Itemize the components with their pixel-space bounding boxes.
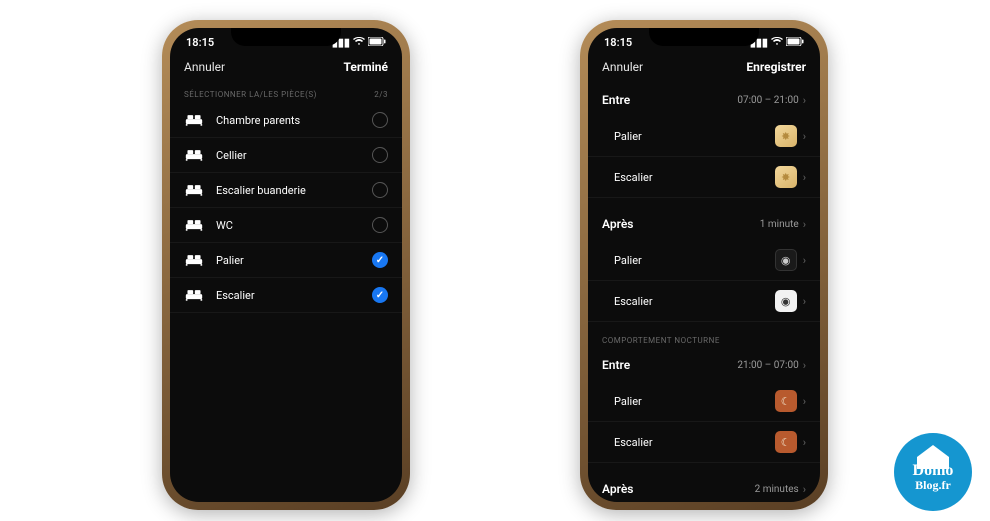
between-row[interactable]: Entre 07:00 – 21:00 › — [588, 84, 820, 116]
chevron-right-icon: › — [803, 94, 806, 107]
scene-room-label: Escalier — [614, 436, 775, 449]
room-row[interactable]: Palier✓ — [170, 243, 402, 278]
nav-bar: Annuler Terminé — [170, 56, 402, 84]
chevron-right-icon: › — [803, 218, 806, 231]
section-header: SÉLECTIONNER LA/LES PIÈCE(S) 2/3 — [170, 84, 402, 103]
wifi-icon — [771, 36, 783, 49]
phone-left: 18:15 ▮▮▮ Annuler Terminé SÉLECTIONNER L… — [162, 20, 410, 510]
scene-chip-dark: ◉ — [775, 249, 797, 271]
checkmark-icon: ✓ — [372, 287, 388, 303]
nav-bar: Annuler Enregistrer — [588, 56, 820, 84]
logo-line2: Blog.fr — [915, 479, 951, 491]
save-button[interactable]: Enregistrer — [746, 60, 806, 74]
chevron-right-icon: › — [803, 395, 806, 408]
cancel-button[interactable]: Annuler — [602, 60, 643, 74]
checkmark-icon: ✓ — [372, 252, 388, 268]
room-row[interactable]: Escalier✓ — [170, 278, 402, 313]
status-icons: ▮▮▮ — [332, 36, 386, 49]
domoblog-logo: Domo Blog.fr — [894, 433, 972, 511]
wifi-icon — [353, 36, 365, 49]
after-value: 1 minute — [760, 219, 799, 230]
room-label: Cellier — [216, 149, 372, 162]
night-after-label: Après — [602, 482, 633, 496]
radio-unchecked — [372, 182, 388, 198]
cancel-button[interactable]: Annuler — [184, 60, 225, 74]
chevron-right-icon: › — [803, 171, 806, 184]
room-icon — [184, 288, 204, 302]
night-after-row[interactable]: Après 2 minutes › — [588, 473, 820, 496]
scene-row[interactable]: Escalier✸ › — [588, 157, 820, 198]
radio-unchecked — [372, 217, 388, 233]
night-header-text: COMPORTEMENT NOCTURNE — [602, 336, 720, 345]
chevron-right-icon: › — [803, 254, 806, 267]
chevron-right-icon: › — [803, 130, 806, 143]
scene-room-label: Palier — [614, 395, 775, 408]
notch — [649, 28, 759, 46]
scene-chip-night: ☾ — [775, 431, 797, 453]
chevron-right-icon: › — [803, 436, 806, 449]
room-icon — [184, 218, 204, 232]
notch — [231, 28, 341, 46]
night-between-value: 21:00 – 07:00 — [737, 360, 798, 371]
room-label: Palier — [216, 254, 372, 267]
scene-row[interactable]: Escalier☾ › — [588, 422, 820, 463]
section-title: SÉLECTIONNER LA/LES PIÈCE(S) — [184, 90, 317, 99]
room-icon — [184, 148, 204, 162]
night-header: COMPORTEMENT NOCTURNE — [588, 322, 820, 349]
room-label: Escalier — [216, 289, 372, 302]
room-row[interactable]: Cellier — [170, 138, 402, 173]
scene-row[interactable]: Palier✸ › — [588, 116, 820, 157]
room-icon — [184, 113, 204, 127]
scene-row[interactable]: Palier☾ › — [588, 381, 820, 422]
between-value: 07:00 – 21:00 — [737, 95, 798, 106]
room-label: Chambre parents — [216, 114, 372, 127]
night-after-value: 2 minutes — [755, 484, 799, 495]
room-row[interactable]: WC — [170, 208, 402, 243]
radio-unchecked — [372, 147, 388, 163]
status-icons: ▮▮▮ — [750, 36, 804, 49]
battery-icon — [786, 36, 804, 49]
radio-unchecked — [372, 112, 388, 128]
status-time: 18:15 — [186, 36, 214, 49]
scene-row[interactable]: Escalier◉ › — [588, 281, 820, 322]
chevron-right-icon: › — [803, 359, 806, 372]
chevron-right-icon: › — [803, 295, 806, 308]
scene-chip-warm: ✸ — [775, 166, 797, 188]
section-count: 2/3 — [374, 90, 388, 99]
content-left: SÉLECTIONNER LA/LES PIÈCE(S) 2/3 Chambre… — [170, 84, 402, 496]
room-icon — [184, 253, 204, 267]
scene-room-label: Escalier — [614, 295, 775, 308]
room-row[interactable]: Chambre parents — [170, 103, 402, 138]
battery-icon — [368, 36, 386, 49]
content-right: Entre 07:00 – 21:00› Palier✸›Escalier✸› … — [588, 84, 820, 496]
done-button[interactable]: Terminé — [343, 60, 388, 74]
room-icon — [184, 183, 204, 197]
scene-chip-white: ◉ — [775, 290, 797, 312]
scene-room-label: Palier — [614, 130, 775, 143]
scene-chip-warm: ✸ — [775, 125, 797, 147]
chevron-right-icon: › — [803, 483, 806, 496]
room-row[interactable]: Escalier buanderie — [170, 173, 402, 208]
between-label: Entre — [602, 93, 630, 107]
scene-row[interactable]: Palier◉ › — [588, 240, 820, 281]
phone-right: 18:15 ▮▮▮ Annuler Enregistrer Entre 07:0… — [580, 20, 828, 510]
screen-left: 18:15 ▮▮▮ Annuler Terminé SÉLECTIONNER L… — [170, 28, 402, 502]
after-label: Après — [602, 217, 633, 231]
scene-chip-night: ☾ — [775, 390, 797, 412]
night-between-row[interactable]: Entre 21:00 – 07:00 › — [588, 349, 820, 381]
screen-right: 18:15 ▮▮▮ Annuler Enregistrer Entre 07:0… — [588, 28, 820, 502]
scene-room-label: Palier — [614, 254, 775, 267]
status-time: 18:15 — [604, 36, 632, 49]
room-label: Escalier buanderie — [216, 184, 372, 197]
after-row[interactable]: Après 1 minute › — [588, 208, 820, 240]
room-label: WC — [216, 219, 372, 232]
scene-room-label: Escalier — [614, 171, 775, 184]
night-between-label: Entre — [602, 358, 630, 372]
